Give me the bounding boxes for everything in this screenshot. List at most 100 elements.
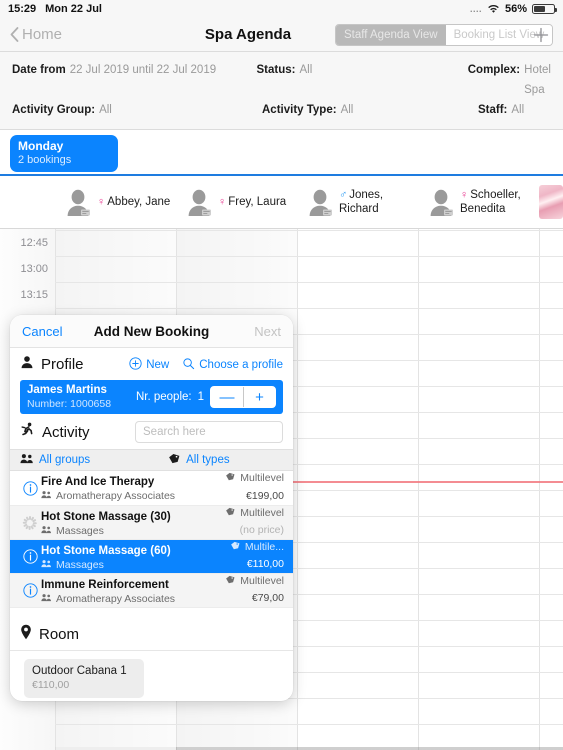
people-icon bbox=[41, 559, 52, 573]
status-date: Mon 22 Jul bbox=[45, 3, 102, 15]
filter-bar: Date from 22 Jul 2019 until 22 Jul 2019 … bbox=[0, 52, 563, 130]
activity-type: Multilevel bbox=[225, 507, 284, 521]
filter-value: All bbox=[99, 104, 112, 116]
new-profile-label: New bbox=[146, 358, 170, 371]
selected-room-card[interactable]: Outdoor Cabana 1 €110,00 bbox=[24, 659, 144, 698]
filter-label: Status: bbox=[256, 64, 296, 76]
list-item-clipped[interactable] bbox=[10, 607, 293, 618]
nav-bar: Home Spa Agenda Staff Agenda View Bookin… bbox=[0, 18, 563, 52]
list-item-selected[interactable]: Hot Stone Massage (60) Massages Multile.… bbox=[10, 539, 293, 573]
filter-date-from[interactable]: Date from 22 Jul 2019 until 22 Jul 2019 bbox=[12, 60, 257, 100]
activity-group: Aromatherapy Associates bbox=[41, 593, 225, 607]
page-title: Spa Agenda bbox=[204, 26, 292, 43]
filter-value: All bbox=[340, 104, 354, 116]
people-icon bbox=[41, 525, 52, 539]
profile-number: Number: 1000658 bbox=[27, 397, 112, 410]
info-icon[interactable] bbox=[19, 583, 41, 598]
view-segmented-control[interactable]: Staff Agenda View Booking List View bbox=[335, 24, 554, 46]
filter-value: All bbox=[511, 104, 525, 116]
tab-staff-agenda-view[interactable]: Staff Agenda View bbox=[336, 25, 446, 45]
battery-icon bbox=[532, 4, 557, 14]
activity-type: Multile... bbox=[230, 541, 284, 555]
profile-section-header: Profile New Choose a profile bbox=[10, 348, 293, 380]
activity-search-input[interactable]: Search here bbox=[135, 421, 283, 443]
location-pin-icon bbox=[20, 624, 32, 645]
filter-value: Hotel Spa bbox=[524, 64, 551, 96]
chevron-left-icon bbox=[10, 27, 19, 42]
tag-icon bbox=[225, 507, 236, 521]
profile-section-label: Profile bbox=[41, 356, 84, 373]
wifi-icon bbox=[487, 4, 500, 14]
time-label: 13:15 bbox=[20, 289, 48, 301]
filter-activity-group[interactable]: Activity Group: All bbox=[12, 100, 262, 120]
activity-group: Massages bbox=[41, 559, 230, 573]
increment-button[interactable]: + bbox=[243, 387, 275, 407]
modal-title: Add New Booking bbox=[93, 323, 210, 339]
tag-icon bbox=[225, 472, 236, 486]
people-icon bbox=[20, 453, 34, 467]
add-booking-button[interactable] bbox=[531, 25, 551, 45]
staff-column-header[interactable]: ♀ Abbey, Jane bbox=[55, 176, 176, 228]
info-icon[interactable] bbox=[19, 549, 41, 564]
time-header-spacer bbox=[0, 176, 55, 228]
list-item[interactable]: Hot Stone Massage (30) Massages Multilev… bbox=[10, 505, 293, 539]
room-section: Room Outdoor Cabana 1 €110,00 bbox=[10, 618, 293, 701]
activity-price: €110,00 bbox=[246, 558, 284, 571]
person-silhouette-icon bbox=[63, 187, 93, 217]
next-button[interactable]: Next bbox=[254, 324, 281, 339]
staff-column-header[interactable]: ♂ Jones, Richard bbox=[297, 176, 418, 228]
day-selector-bar: Monday 2 bookings bbox=[0, 130, 563, 174]
time-label: 13:00 bbox=[20, 263, 48, 275]
day-chip-monday[interactable]: Monday 2 bookings bbox=[10, 135, 118, 172]
tag-icon bbox=[225, 575, 236, 589]
staff-header-row: ♀ Abbey, Jane ♀ Frey, Laura ♂ Jones, Richar… bbox=[0, 176, 563, 229]
day-chip-day: Monday bbox=[18, 139, 64, 153]
activity-group: Aromatherapy Associates bbox=[41, 490, 225, 504]
battery-percent: 56% bbox=[504, 3, 527, 15]
all-types-filter[interactable]: All types bbox=[168, 453, 230, 467]
room-section-header: Room bbox=[10, 618, 293, 651]
filter-label: Date from bbox=[12, 64, 66, 76]
filter-value: 22 Jul 2019 until 22 Jul 2019 bbox=[69, 64, 217, 76]
people-icon bbox=[41, 490, 52, 504]
add-new-booking-modal: Cancel Add New Booking Next Profile New bbox=[10, 315, 293, 701]
filter-staff[interactable]: Staff: All bbox=[478, 100, 551, 120]
quantity-stepper[interactable]: — + bbox=[210, 386, 276, 408]
decrement-button[interactable]: — bbox=[211, 387, 243, 407]
list-item[interactable]: Immune Reinforcement Aromatherapy Associ… bbox=[10, 573, 293, 607]
person-silhouette-icon bbox=[305, 187, 335, 217]
activity-price: €79,00 bbox=[251, 592, 284, 605]
people-count-label: Nr. people: bbox=[135, 391, 192, 403]
activity-name: Immune Reinforcement bbox=[41, 578, 169, 591]
filter-activity-type[interactable]: Activity Type: All bbox=[262, 100, 478, 120]
staff-name: ♀ Frey, Laura bbox=[218, 195, 287, 208]
selected-profile-row[interactable]: James Martins Number: 1000658 Nr. people… bbox=[20, 380, 283, 414]
info-icon[interactable] bbox=[19, 480, 41, 496]
staff-column-header-partial[interactable] bbox=[539, 176, 563, 228]
room-price: €110,00 bbox=[32, 678, 70, 691]
profile-name: James Martins bbox=[27, 384, 107, 397]
status-bar: 15:29 Mon 22 Jul .... 56% bbox=[0, 0, 563, 18]
activity-type: Multilevel bbox=[225, 472, 284, 486]
filter-status[interactable]: Status: All bbox=[257, 60, 468, 100]
activity-name: Fire And Ice Therapy bbox=[41, 476, 155, 489]
staff-column-header[interactable]: ♀ Frey, Laura bbox=[176, 176, 297, 228]
staff-name: ♀ Abbey, Jane bbox=[97, 195, 171, 208]
gender-female-icon: ♀ bbox=[460, 188, 469, 201]
activity-section-header: Activity Search here bbox=[10, 414, 293, 449]
plus-circle-icon bbox=[129, 356, 142, 373]
filter-complex[interactable]: Complex: Hotel Spa bbox=[468, 60, 551, 100]
list-item[interactable]: Fire And Ice Therapy Aromatherapy Associ… bbox=[10, 471, 293, 505]
person-silhouette-icon bbox=[184, 187, 214, 217]
gender-female-icon: ♀ bbox=[218, 195, 227, 208]
back-button[interactable]: Home bbox=[10, 26, 62, 43]
new-profile-button[interactable]: New bbox=[129, 356, 170, 373]
all-groups-filter[interactable]: All groups bbox=[20, 453, 90, 467]
staff-column-header[interactable]: ♀ Schoeller, Benedita bbox=[418, 176, 539, 228]
filter-label: Activity Type: bbox=[262, 104, 337, 116]
person-silhouette-icon bbox=[426, 187, 456, 217]
status-time: 15:29 bbox=[8, 3, 37, 15]
all-groups-label: All groups bbox=[39, 454, 91, 466]
choose-profile-button[interactable]: Choose a profile bbox=[182, 357, 283, 373]
activity-filter-row: All groups All types bbox=[10, 449, 293, 471]
